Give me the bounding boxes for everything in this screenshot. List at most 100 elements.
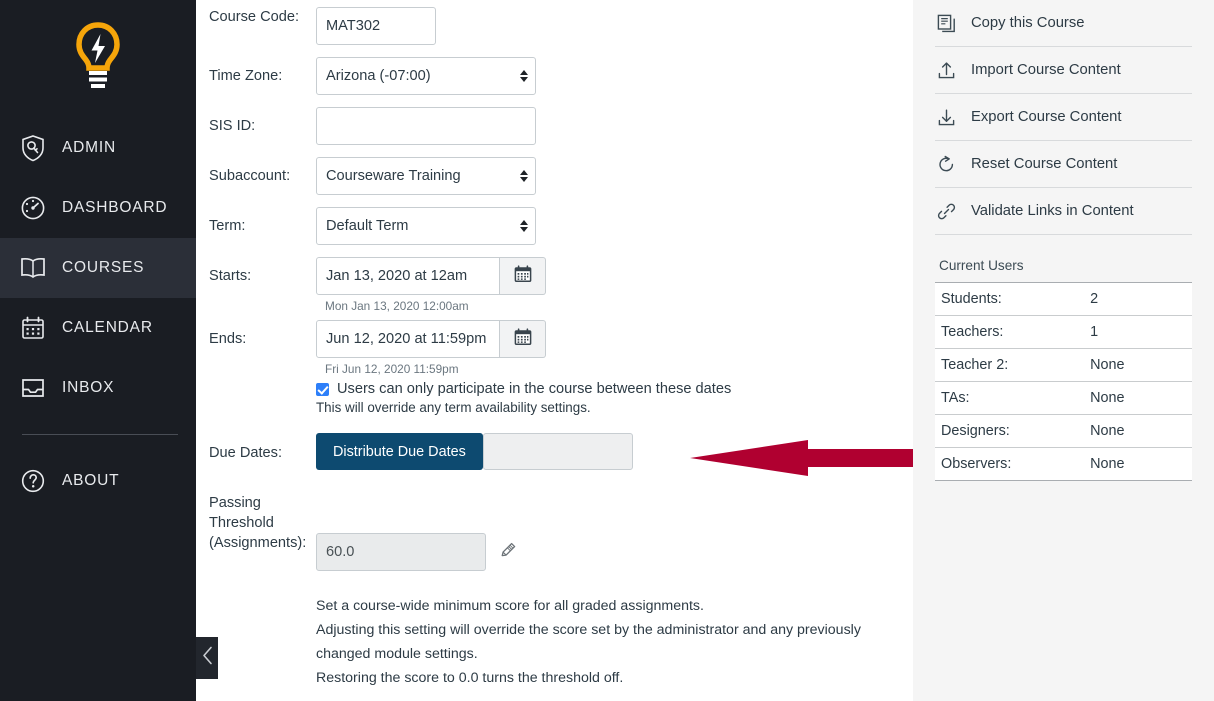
app-root: ADMIN DASHBOARD COURSES CALENDAR INBOX A… (0, 0, 1214, 701)
passing-threshold-desc-3: Restoring the score to 0.0 turns the thr… (316, 670, 624, 686)
field-row-course-code: Course Code: (209, 7, 913, 45)
current-users-table: Students: 2 Teachers: 1 Teacher 2: None … (935, 282, 1192, 481)
calendar-icon (18, 313, 48, 343)
ends-calendar-button[interactable] (500, 320, 546, 358)
open-book-icon (18, 253, 48, 283)
speedometer-icon (18, 193, 48, 223)
action-label: Export Course Content (971, 109, 1122, 125)
ends-date-hint: Fri Jun 12, 2020 11:59pm (325, 362, 459, 376)
global-navigation-sidebar: ADMIN DASHBOARD COURSES CALENDAR INBOX A… (0, 0, 196, 701)
passing-threshold-desc-1: Set a course-wide minimum score for all … (316, 598, 704, 614)
refresh-icon (935, 155, 957, 174)
term-select[interactable]: Default Term (316, 207, 536, 245)
starts-date-input[interactable] (316, 257, 500, 295)
sidebar-divider (22, 434, 178, 435)
user-role-count: None (1084, 414, 1192, 448)
table-row: Teachers: 1 (935, 315, 1192, 349)
upload-icon (935, 61, 957, 80)
user-role-label: TAs: (935, 381, 1085, 415)
sidebar-item-label: DASHBOARD (62, 199, 168, 216)
action-export-course-content[interactable]: Export Course Content (935, 94, 1192, 141)
sis-id-input[interactable] (316, 107, 536, 145)
download-icon (935, 108, 957, 127)
action-import-course-content[interactable]: Import Course Content (935, 47, 1192, 94)
passing-threshold-desc-2: Adjusting this setting will override the… (316, 622, 861, 662)
sidebar-item-label: CALENDAR (62, 319, 153, 336)
question-circle-icon (18, 466, 48, 496)
starts-label: Starts: (209, 268, 252, 284)
time-zone-select[interactable]: Arizona (-07:00) (316, 57, 536, 95)
subaccount-select[interactable]: Courseware Training (316, 157, 536, 195)
user-role-label: Teachers: (935, 315, 1085, 349)
action-label: Import Course Content (971, 62, 1121, 78)
sidebar-item-inbox[interactable]: INBOX (0, 358, 196, 418)
field-row-sis-id: SIS ID: (209, 107, 913, 145)
calendar-icon (514, 264, 532, 288)
link-icon (935, 202, 957, 221)
course-actions-sidebar: Copy this Course Import Course Content E… (913, 0, 1214, 701)
passing-threshold-label: Passing Threshold (Assignments): (209, 493, 316, 553)
sidebar-item-label: COURSES (62, 259, 145, 276)
field-row-starts: Starts: Jan 13, 2020 at 12am Mon Jan 13,… (209, 257, 913, 313)
field-row-ends: Ends: Jun 12, 2020 at 11:59pm Fri Jun 12… (209, 320, 913, 415)
sis-id-label: SIS ID: (209, 118, 256, 134)
user-role-count: None (1084, 381, 1192, 415)
shield-key-icon (18, 133, 48, 163)
sidebar-item-label: INBOX (62, 379, 115, 396)
field-row-subaccount: Subaccount: Courseware Training (209, 157, 913, 195)
user-role-label: Teacher 2: (935, 348, 1085, 382)
field-row-passing-threshold: Passing Threshold (Assignments): (209, 493, 913, 571)
chevron-left-icon (202, 646, 213, 670)
subaccount-label: Subaccount: (209, 168, 291, 184)
passing-threshold-input[interactable] (316, 533, 486, 571)
action-label: Reset Course Content (971, 156, 1118, 172)
course-code-input[interactable] (316, 7, 436, 45)
due-dates-secondary-button[interactable] (482, 433, 633, 470)
passing-threshold-descriptions: Set a course-wide minimum score for all … (316, 594, 913, 690)
sidebar-item-label: ABOUT (62, 472, 120, 489)
sidebar-item-admin[interactable]: ADMIN (0, 118, 196, 178)
restrict-dates-checkbox[interactable] (316, 382, 329, 396)
lightbulb-logo[interactable] (0, 0, 196, 118)
sidebar-item-about[interactable]: ABOUT (0, 451, 196, 511)
passing-threshold-label-line2: Threshold (209, 515, 274, 531)
ends-label: Ends: (209, 331, 247, 347)
calendar-icon (514, 327, 532, 351)
action-label: Copy this Course (971, 15, 1085, 31)
term-label: Term: (209, 218, 246, 234)
user-role-label: Designers: (935, 414, 1085, 448)
restrict-dates-note: This will override any term availability… (316, 400, 591, 415)
restrict-dates-label: Users can only participate in the course… (337, 381, 732, 397)
action-reset-course-content[interactable]: Reset Course Content (935, 141, 1192, 188)
distribute-due-dates-button[interactable]: Distribute Due Dates (316, 433, 483, 470)
table-row: Observers: None (935, 448, 1192, 481)
pencil-icon[interactable] (499, 540, 518, 564)
starts-calendar-button[interactable] (500, 257, 546, 295)
course-settings-form: Course Code: Time Zone: Arizona (-07:00) (196, 0, 913, 701)
user-role-label: Observers: (941, 456, 1012, 472)
table-row: Teacher 2: None (935, 348, 1192, 382)
ends-date-input[interactable] (316, 320, 500, 358)
course-code-label: Course Code: (209, 9, 300, 25)
table-row: Designers: None (935, 414, 1192, 448)
passing-threshold-label-line3: (Assignments): (209, 535, 307, 551)
sidebar-collapse-button[interactable] (196, 637, 218, 679)
sidebar-item-courses[interactable]: COURSES (0, 238, 196, 298)
sidebar-item-label: ADMIN (62, 139, 116, 156)
table-row: Students: 2 (935, 282, 1192, 316)
user-role-count: 1 (1084, 315, 1192, 349)
user-role-count: 2 (1084, 282, 1192, 316)
sidebar-item-calendar[interactable]: CALENDAR (0, 298, 196, 358)
action-copy-this-course[interactable]: Copy this Course (935, 0, 1192, 47)
action-validate-links-in-content[interactable]: Validate Links in Content (935, 188, 1192, 235)
restrict-dates-checkbox-row: Users can only participate in the course… (316, 381, 913, 397)
copy-icon (935, 14, 957, 33)
field-row-due-dates: Due Dates: Distribute Due Dates (209, 433, 913, 470)
sidebar-item-dashboard[interactable]: DASHBOARD (0, 178, 196, 238)
user-role-count: None (1084, 348, 1192, 382)
time-zone-label: Time Zone: (209, 68, 283, 84)
current-users-heading: Current Users (939, 258, 1024, 273)
field-row-time-zone: Time Zone: Arizona (-07:00) (209, 57, 913, 95)
table-row: TAs: None (935, 381, 1192, 415)
inbox-tray-icon (18, 373, 48, 403)
